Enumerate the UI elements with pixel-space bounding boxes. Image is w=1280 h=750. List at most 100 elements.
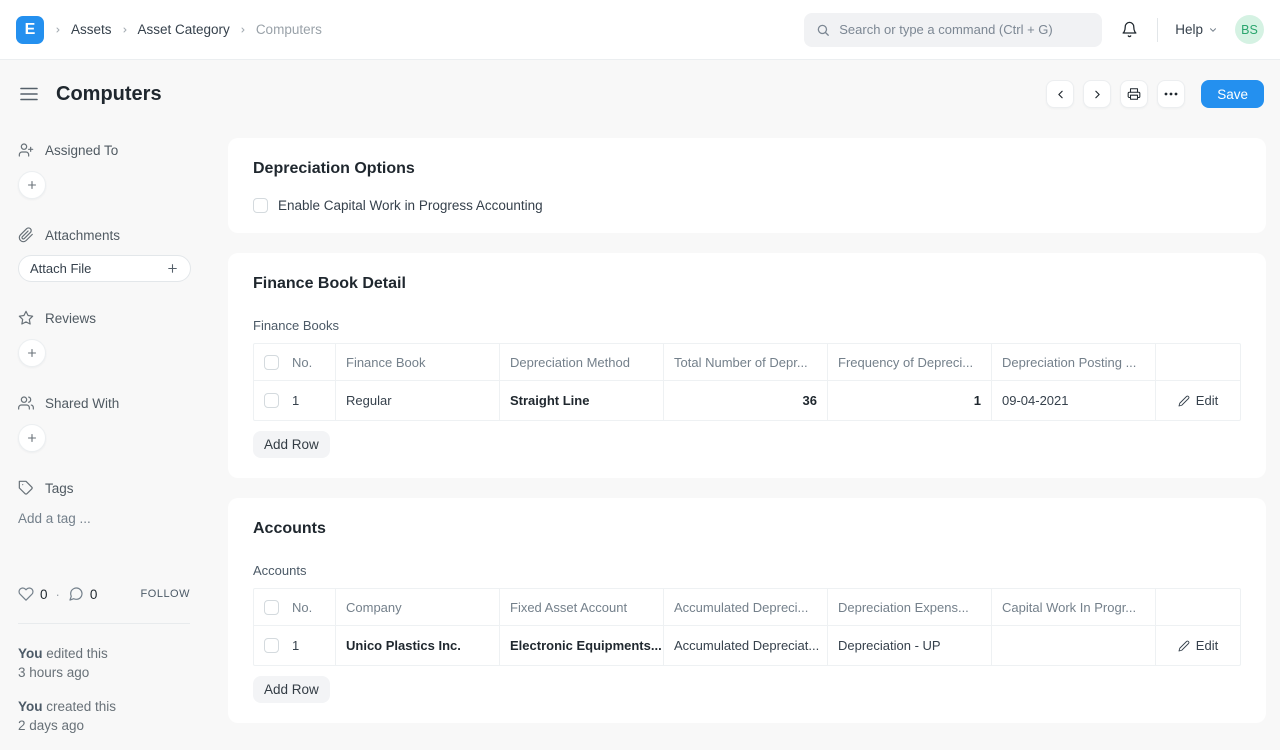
activity-action: edited this xyxy=(46,646,108,661)
attachments-header: Attachments xyxy=(18,227,199,243)
cell-fixed-asset-account[interactable]: Electronic Equipments... xyxy=(500,626,664,665)
like-button[interactable]: 0 xyxy=(18,586,48,602)
section-title: Depreciation Options xyxy=(253,160,415,177)
page-header: Computers Save xyxy=(0,60,1280,122)
row-edit-button[interactable]: Edit xyxy=(1156,381,1240,420)
search-input[interactable] xyxy=(839,22,1091,37)
bell-icon xyxy=(1121,21,1138,38)
plus-icon xyxy=(26,347,38,359)
add-assignment-button[interactable] xyxy=(18,171,46,199)
table-header-row: No. Company Fixed Asset Account Accumula… xyxy=(254,589,1240,625)
cell-finance-book[interactable]: Regular xyxy=(336,381,500,420)
users-icon xyxy=(18,395,34,411)
content-area: Assigned To Attachments Attach File Revi… xyxy=(0,122,1280,750)
activity-entry: You created this 2 days ago xyxy=(18,697,199,735)
paperclip-icon xyxy=(18,227,34,243)
dot-separator: · xyxy=(55,586,60,602)
chevron-right-icon xyxy=(54,26,62,34)
header-cell-accumulated-depreciation: Accumulated Depreci... xyxy=(664,589,828,625)
cell-depreciation-expense[interactable]: Depreciation - UP xyxy=(828,626,992,665)
header-cell-fixed-asset-account: Fixed Asset Account xyxy=(500,589,664,625)
add-share-button[interactable] xyxy=(18,424,46,452)
depreciation-options-card: Depreciation Options Enable Capital Work… xyxy=(228,138,1266,233)
accounts-add-row-button[interactable]: Add Row xyxy=(253,676,330,703)
col-header-label: No. xyxy=(292,354,313,370)
chevron-right-icon xyxy=(1091,88,1104,101)
prev-record-button[interactable] xyxy=(1046,80,1075,108)
app-logo[interactable]: E xyxy=(16,15,44,44)
plus-icon xyxy=(26,432,38,444)
global-search[interactable] xyxy=(804,12,1103,47)
comment-icon xyxy=(68,586,84,602)
row-edit-button[interactable]: Edit xyxy=(1156,626,1240,665)
activity-log: You edited this 3 hours ago You created … xyxy=(18,644,199,735)
notifications-button[interactable] xyxy=(1119,19,1140,40)
cell-frequency[interactable]: 1 xyxy=(828,381,992,420)
attach-file-label: Attach File xyxy=(30,261,92,276)
breadcrumb-assets[interactable]: Assets xyxy=(71,22,112,37)
cell-depreciation-method[interactable]: Straight Line xyxy=(500,381,664,420)
assigned-to-header: Assigned To xyxy=(18,142,199,158)
tags-section: Tags Add a tag ... xyxy=(18,480,199,527)
accounts-table-label: Accounts xyxy=(253,563,307,578)
activity-entry: You edited this 3 hours ago xyxy=(18,644,199,682)
help-menu[interactable]: Help xyxy=(1175,22,1218,37)
finance-books-add-row-button[interactable]: Add Row xyxy=(253,431,330,458)
add-review-button[interactable] xyxy=(18,339,46,367)
attach-file-button[interactable]: Attach File xyxy=(18,255,191,282)
cwip-checkbox-label[interactable]: Enable Capital Work in Progress Accounti… xyxy=(278,198,543,213)
heart-icon xyxy=(18,586,34,602)
select-all-checkbox[interactable] xyxy=(264,354,279,370)
finance-books-table-label: Finance Books xyxy=(253,318,339,333)
ellipsis-icon xyxy=(1164,92,1178,96)
header-cell-company: Company xyxy=(336,589,500,625)
section-title: Finance Book Detail xyxy=(253,275,406,292)
select-all-checkbox[interactable] xyxy=(264,599,279,615)
edit-label: Edit xyxy=(1195,393,1219,408)
activity-actor: You xyxy=(18,699,43,714)
add-tag-input[interactable]: Add a tag ... xyxy=(18,511,199,526)
next-record-button[interactable] xyxy=(1083,80,1112,108)
reviews-header: Reviews xyxy=(18,310,199,326)
row-checkbox[interactable] xyxy=(264,393,279,408)
row-number: 1 xyxy=(292,393,300,408)
page-title: Computers xyxy=(56,82,162,105)
activity-time: 3 hours ago xyxy=(18,665,90,680)
tags-label: Tags xyxy=(45,480,74,496)
cell-company[interactable]: Unico Plastics Inc. xyxy=(336,626,500,665)
sidebar-toggle-button[interactable] xyxy=(18,85,40,103)
nav-left: E Assets Asset Category Computers xyxy=(16,15,322,44)
shared-with-label: Shared With xyxy=(45,395,120,411)
hamburger-icon xyxy=(20,87,38,101)
cwip-checkbox[interactable] xyxy=(253,198,268,213)
attachments-label: Attachments xyxy=(45,227,121,243)
avatar-initials: BS xyxy=(1241,22,1258,37)
help-label: Help xyxy=(1175,22,1203,37)
finance-books-table: No. Finance Book Depreciation Method Tot… xyxy=(253,343,1241,421)
comments-count: 0 xyxy=(89,586,98,602)
follow-button[interactable]: FOLLOW xyxy=(141,588,190,600)
activity-actor: You xyxy=(18,646,43,661)
cell-total-depreciations[interactable]: 36 xyxy=(664,381,828,420)
user-plus-icon xyxy=(18,142,34,158)
header-cell-no: No. xyxy=(254,589,336,625)
comments-button[interactable]: 0 xyxy=(68,586,98,602)
assigned-to-label: Assigned To xyxy=(45,142,119,158)
cwip-checkbox-row: Enable Capital Work in Progress Accounti… xyxy=(253,198,1241,213)
print-button[interactable] xyxy=(1120,80,1149,108)
tags-header: Tags xyxy=(18,480,199,496)
edit-label: Edit xyxy=(1195,638,1219,653)
engagement-row: 0 · 0 FOLLOW xyxy=(18,586,190,602)
shared-with-header: Shared With xyxy=(18,395,199,411)
row-checkbox[interactable] xyxy=(264,638,279,653)
breadcrumb-asset-category[interactable]: Asset Category xyxy=(138,22,230,37)
breadcrumb: Assets Asset Category Computers xyxy=(54,22,322,37)
cell-accumulated-depreciation[interactable]: Accumulated Depreciat... xyxy=(664,626,828,665)
header-actions: Save xyxy=(1046,80,1264,108)
more-options-button[interactable] xyxy=(1157,80,1186,108)
logo-letter: E xyxy=(24,20,36,38)
save-button[interactable]: Save xyxy=(1201,80,1264,108)
avatar[interactable]: BS xyxy=(1235,15,1264,44)
cell-posting-date[interactable]: 09-04-2021 xyxy=(992,381,1156,420)
cell-capital-wip[interactable] xyxy=(992,626,1156,665)
